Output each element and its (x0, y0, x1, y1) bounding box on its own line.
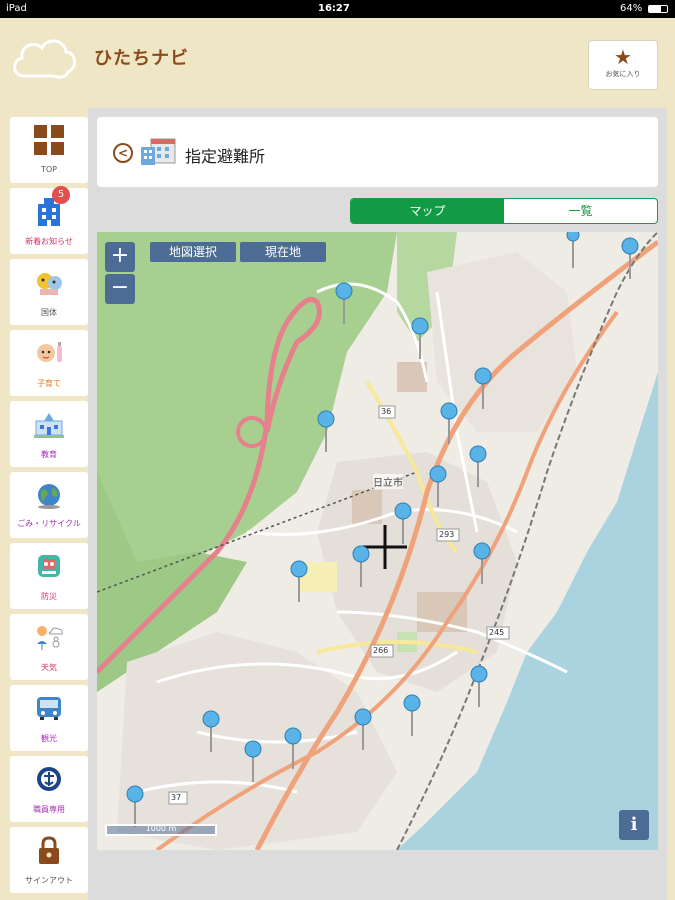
status-bar: iPad 16:27 64% (0, 0, 675, 18)
status-time: 16:27 (318, 3, 350, 14)
baby-icon (37, 342, 62, 362)
shield-icon (38, 555, 60, 577)
view-toggle: マップ 一覧 (350, 198, 658, 224)
road-number-label: 245 (489, 628, 505, 637)
sidebar-item-label: 観光 (41, 734, 57, 743)
shelter-pin-icon[interactable] (564, 232, 582, 274)
globe-icon (38, 484, 60, 509)
shelter-pin-icon[interactable] (411, 317, 429, 359)
weather-icon (37, 626, 63, 650)
scale-label: 1000 m (145, 824, 177, 833)
shelter-pin-icon[interactable] (473, 542, 491, 584)
sidebar-item-label: 職員専用 (33, 805, 65, 814)
shelter-building-icon (141, 138, 176, 165)
lock-icon (39, 836, 59, 864)
bus-icon (37, 697, 61, 720)
sidebar-item-tourism[interactable]: 観光 (10, 685, 88, 751)
chevron-left-icon: < (117, 146, 129, 160)
app-title: ひたちナビ (94, 48, 189, 69)
sidebar-item-recycle[interactable]: ごみ・リサイクル (10, 472, 88, 538)
map-scale: 1000 m (105, 822, 217, 840)
sidebar-item-news[interactable]: 5 新着お知らせ (10, 186, 88, 254)
cloud-logo-icon (13, 39, 76, 79)
current-location-button[interactable]: 現在地 (240, 242, 326, 262)
app-header: ひたちナビ ★ お気に入り (0, 18, 675, 108)
back-button[interactable]: < (113, 143, 133, 163)
map-view[interactable]: 日立市 36 293 266 245 37 + − 地図選択 現在地 1000 … (97, 232, 658, 850)
battery-icon (648, 5, 668, 13)
sidebar-item-label: 天気 (41, 663, 57, 672)
device-name: iPad (6, 3, 27, 14)
sidebar-item-top[interactable]: TOP (10, 117, 88, 183)
shelter-pin-icon[interactable] (126, 785, 144, 827)
emblem-icon (37, 767, 61, 791)
sidebar: TOP 5 新着お知らせ 国体 子育て 教育 ごみ・リサイクル 防災 天気 観光… (10, 117, 88, 898)
zoom-in-button[interactable]: + (105, 242, 135, 272)
sidebar-item-label: TOP (40, 165, 57, 174)
shelter-pin-icon[interactable] (352, 545, 370, 587)
shelter-pin-icon[interactable] (394, 502, 412, 544)
shelter-pin-icon[interactable] (284, 727, 302, 769)
page-title: 指定避難所 (185, 147, 266, 166)
tab-map[interactable]: マップ (351, 199, 504, 223)
road-number-label: 293 (439, 530, 455, 539)
sidebar-item-disaster[interactable]: 防災 (10, 543, 88, 609)
shelter-pin-icon[interactable] (621, 237, 639, 279)
shelter-pin-icon[interactable] (335, 282, 353, 324)
tab-list[interactable]: 一覧 (504, 199, 657, 223)
sidebar-item-childcare[interactable]: 子育て (10, 330, 88, 396)
shelter-pin-icon[interactable] (317, 410, 335, 452)
city-label: 日立市 (373, 474, 403, 489)
sidebar-item-kokutai[interactable]: 国体 (10, 259, 88, 325)
sidebar-item-label: 子育て (37, 379, 61, 388)
map-canvas (97, 232, 658, 850)
sidebar-item-label: 国体 (41, 308, 57, 317)
favorites-button[interactable]: ★ お気に入り (588, 40, 658, 90)
shelter-pin-icon[interactable] (440, 402, 458, 444)
mascot-icon (37, 273, 62, 295)
star-icon: ★ (614, 45, 632, 69)
map-info-button[interactable]: i (619, 810, 649, 840)
sidebar-item-label: ごみ・リサイクル (17, 519, 81, 528)
shelter-pin-icon[interactable] (354, 708, 372, 750)
shelter-pin-icon[interactable] (403, 694, 421, 736)
zoom-out-button[interactable]: − (105, 274, 135, 304)
shelter-pin-icon[interactable] (474, 367, 492, 409)
page-title-bar: < 指定避難所 (97, 117, 658, 187)
shelter-pin-icon[interactable] (244, 740, 262, 782)
notification-badge: 5 (52, 186, 70, 204)
sidebar-item-label: 新着お知らせ (25, 237, 73, 246)
grid-icon (34, 125, 64, 155)
shelter-pin-icon[interactable] (202, 710, 220, 752)
sidebar-item-label: サインアウト (25, 876, 73, 885)
sidebar-item-education[interactable]: 教育 (10, 401, 88, 467)
sidebar-item-signout[interactable]: サインアウト (10, 827, 88, 893)
school-icon (34, 413, 64, 438)
favorites-label: お気に入り (605, 70, 641, 78)
road-number-label: 37 (171, 793, 182, 802)
shelter-pin-icon[interactable] (290, 560, 308, 602)
select-area-button[interactable]: 地図選択 (150, 242, 236, 262)
road-number-label: 36 (381, 407, 392, 416)
sidebar-item-staff[interactable]: 職員専用 (10, 756, 88, 822)
road-number-label: 266 (373, 646, 389, 655)
shelter-pin-icon[interactable] (429, 465, 447, 507)
sidebar-item-weather[interactable]: 天気 (10, 614, 88, 680)
shelter-pin-icon[interactable] (470, 665, 488, 707)
battery-level: 64% (620, 3, 643, 14)
sidebar-item-label: 教育 (41, 450, 57, 459)
sidebar-item-label: 防災 (41, 592, 57, 601)
shelter-pin-icon[interactable] (469, 445, 487, 487)
